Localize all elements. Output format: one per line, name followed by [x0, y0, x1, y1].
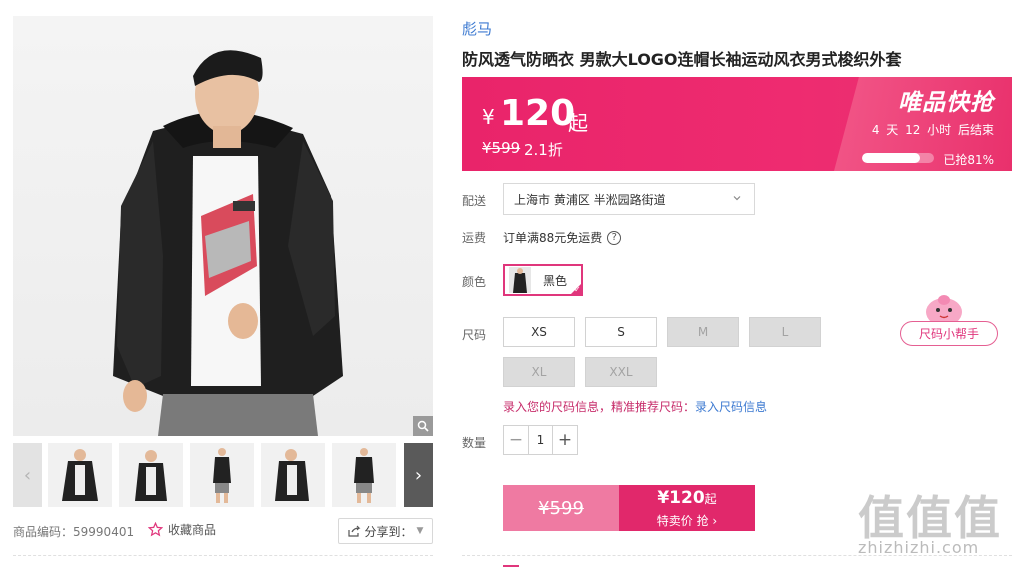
thumbnail[interactable]: [119, 443, 183, 507]
size-option-xs[interactable]: XS: [503, 317, 575, 347]
buy-now-button[interactable]: ¥120起 特卖价 抢 ›: [619, 485, 755, 531]
thumbnail-image: [275, 449, 309, 501]
thumbnail-image: [213, 448, 231, 503]
delivery-label: 配送: [462, 194, 487, 208]
thumbnail[interactable]: [332, 443, 396, 507]
size-option-l[interactable]: L: [749, 317, 821, 347]
share-icon: [347, 525, 360, 537]
share-label: 分享到：: [364, 524, 413, 539]
model-illustration: [113, 50, 343, 436]
thumbnail-next-button[interactable]: ›: [404, 443, 433, 507]
watermark-url: zhizhizhi.com: [858, 538, 980, 557]
price-suffix: 起: [568, 111, 588, 135]
favorite-label: 收藏商品: [168, 523, 217, 537]
thumbnail-strip: ‹ ›: [13, 443, 433, 507]
thumbnail-image: [62, 449, 98, 501]
share-button[interactable]: 分享到： ▼: [338, 518, 433, 544]
thumbnail-image: [135, 450, 167, 501]
discount-rate: 2.1折: [524, 141, 563, 159]
size-label: 尺码: [462, 328, 487, 342]
gallery-divider: [13, 555, 433, 556]
star-icon: [148, 522, 163, 537]
favorite-button[interactable]: 收藏商品: [148, 521, 216, 538]
sold-progress-label: 已抢81%: [943, 153, 994, 167]
sku-code: 商品编码：59990401: [13, 523, 134, 540]
selected-check-icon: ✓: [569, 282, 583, 296]
size-tip-text: 录入您的尺码信息，精准推荐尺码：: [503, 400, 696, 414]
buy-original-price: ¥599: [503, 485, 619, 531]
sale-price: 120: [500, 93, 576, 134]
help-icon[interactable]: ?: [607, 230, 622, 245]
buy-price-suffix: 起: [704, 492, 717, 506]
chevron-left-icon: ‹: [23, 464, 32, 486]
size-option-m[interactable]: M: [667, 317, 739, 347]
brand-link[interactable]: 彪马: [462, 18, 492, 39]
quantity-increase-button[interactable]: +: [553, 426, 577, 454]
thumbnail[interactable]: [190, 443, 254, 507]
size-option-s[interactable]: S: [585, 317, 657, 347]
sku-code-label: 商品编码：: [13, 525, 74, 539]
price-currency: ¥: [482, 105, 495, 129]
size-helper-button[interactable]: 尺码小帮手: [900, 321, 998, 346]
shipping-info: 订单满88元免运费 ?: [503, 229, 622, 246]
shipping-value: 订单满88元免运费: [503, 231, 603, 245]
color-option-selected[interactable]: 黑色 ✓: [503, 264, 583, 296]
quantity-value[interactable]: 1: [528, 426, 553, 454]
gallery-footer: 商品编码：59990401 收藏商品 分享到： ▼: [13, 518, 433, 544]
magnifier-icon: [417, 420, 429, 432]
thumbnail[interactable]: [261, 443, 325, 507]
quantity-label: 数量: [462, 436, 487, 450]
thumbnail[interactable]: [48, 443, 112, 507]
delivery-address-value: 上海市 黄浦区 半淞园路街道: [514, 192, 666, 207]
chevron-down-icon: [733, 196, 741, 201]
caret-down-icon: ▼: [416, 526, 424, 536]
buy-price: ¥120起: [619, 488, 755, 508]
product-page: ‹ › 商品编码：59990401 收藏商品 分享到： ▼ 彪马 防风透气防晒衣…: [0, 0, 1012, 569]
sold-progress-fill: [862, 153, 921, 163]
sold-progress-bar: [862, 153, 934, 163]
delivery-address-select[interactable]: 上海市 黄浦区 半淞园路街道: [503, 183, 755, 215]
countdown-text: 4 天 12 小时 后结束: [871, 123, 994, 137]
size-option-xl[interactable]: XL: [503, 357, 575, 387]
color-option-label: 黑色: [543, 273, 568, 288]
product-title: 防风透气防晒衣 男款大LOGO连帽长袖运动风衣男式梭织外套: [462, 50, 902, 69]
color-thumbnail-image: [513, 268, 527, 293]
sku-code-value: 59990401: [73, 525, 135, 539]
price-banner: ¥ 120 起 ¥599 2.1折 唯品快抢 4 天 12 小时 后结束 已抢8…: [462, 77, 1012, 171]
original-price: ¥599: [482, 139, 521, 157]
quantity-decrease-button[interactable]: −: [504, 426, 528, 454]
shipping-label: 运费: [462, 231, 487, 245]
buy-action-text: 特卖价 抢: [656, 514, 709, 528]
flash-sale-title: 唯品快抢: [898, 90, 994, 116]
buy-action-label: 特卖价 抢 ›: [619, 512, 755, 529]
color-thumbnail: [509, 267, 531, 293]
size-tip: 录入您的尺码信息，精准推荐尺码：录入尺码信息: [503, 398, 767, 415]
size-info-link[interactable]: 录入尺码信息: [695, 400, 767, 414]
color-label: 颜色: [462, 275, 487, 289]
chevron-right-icon: ›: [414, 464, 423, 486]
thumbnail-prev-button[interactable]: ‹: [13, 443, 42, 507]
quantity-stepper: − 1 +: [503, 425, 578, 455]
tab-indicator: [503, 565, 519, 567]
thumbnail-image: [354, 448, 374, 503]
zoom-button[interactable]: [413, 416, 433, 436]
chevron-right-icon: ›: [712, 514, 718, 528]
size-helper[interactable]: 尺码小帮手: [900, 292, 1000, 348]
buy-price-value: ¥120: [657, 488, 705, 508]
main-product-image[interactable]: [13, 16, 433, 436]
size-option-xxl[interactable]: XXL: [585, 357, 657, 387]
